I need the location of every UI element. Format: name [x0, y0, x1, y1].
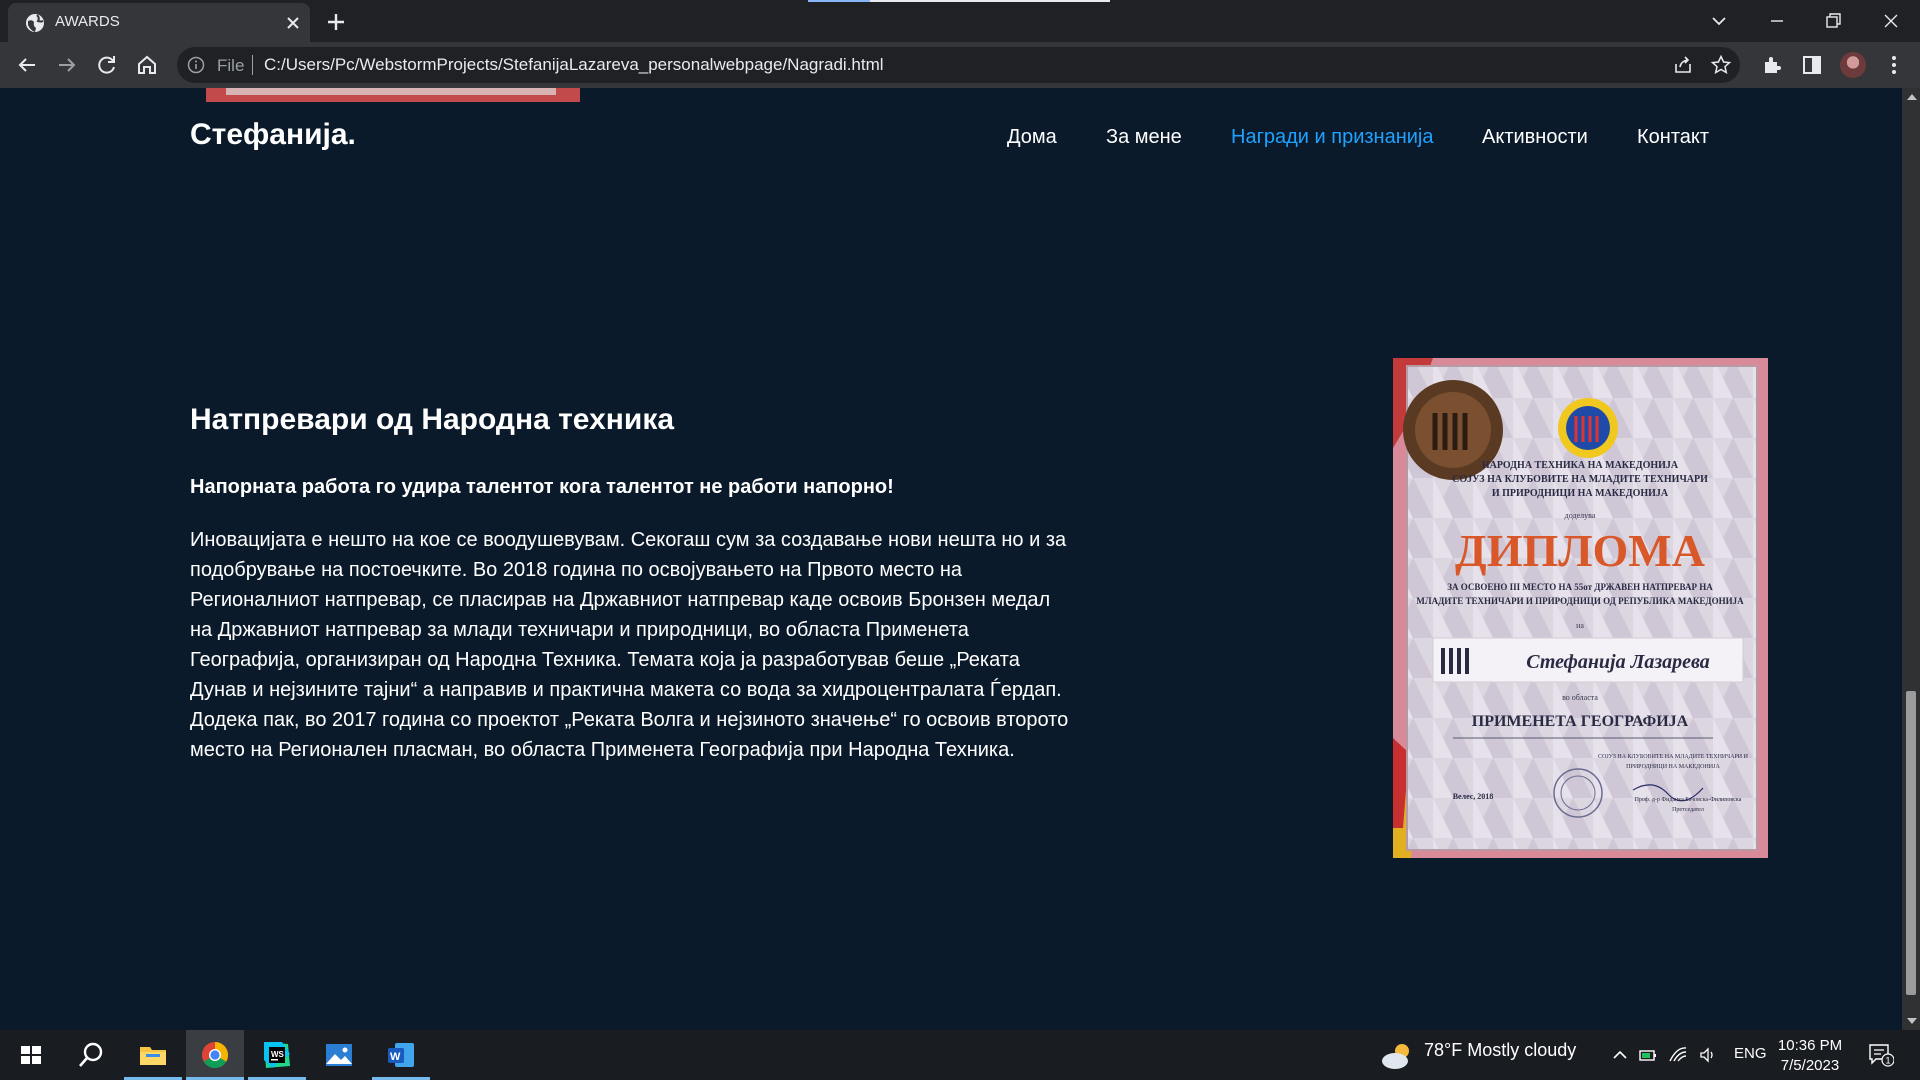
- file-explorer-button[interactable]: [124, 1030, 182, 1080]
- diploma-org-line-2: СОЈУЗ НА КЛУБОВИТЕ НА МЛАДИТЕ ТЕХНИЧАРИ: [1452, 474, 1708, 485]
- diploma-org-line-1: НАРОДНА ТЕХНИКА НА МАКЕДОНИЈА: [1482, 460, 1679, 471]
- home-icon[interactable]: [133, 51, 161, 79]
- diploma-org-line-3: И ПРИРОДНИЦИ НА МАКЕДОНИЈА: [1492, 488, 1669, 499]
- nav-link-awards[interactable]: Награди и признанија: [1231, 126, 1433, 149]
- language-indicator[interactable]: ENG: [1734, 1045, 1767, 1062]
- side-panel-icon[interactable]: [1800, 53, 1824, 77]
- section-heading: Натпревари од Народна техника: [190, 403, 675, 436]
- volume-icon[interactable]: [1698, 1045, 1718, 1065]
- tab-title: AWARDS: [55, 13, 120, 30]
- diploma-recipient-name: Стефанија Лазарева: [1526, 651, 1710, 673]
- clock-time: 10:36 PM: [1777, 1037, 1843, 1054]
- forward-arrow-icon[interactable]: [53, 51, 81, 79]
- svg-text:WS: WS: [271, 1050, 285, 1059]
- diploma-na: на: [1576, 621, 1584, 630]
- diploma-award-line-2: МЛАДИТЕ ТЕХНИЧАРИ И ПРИРОДНИЦИ ОД РЕПУБЛ…: [1416, 596, 1744, 606]
- photos-icon: [326, 1044, 352, 1066]
- browser-toolbar: File C:/Users/Pc/WebstormProjects/Stefan…: [0, 42, 1920, 88]
- notification-center-icon[interactable]: 1: [1868, 1043, 1894, 1067]
- scroll-down-arrow-icon[interactable]: [1907, 1018, 1917, 1024]
- globe-icon: [26, 14, 44, 32]
- chevron-down-icon[interactable]: [1708, 10, 1730, 32]
- scrollbar-thumb[interactable]: [1906, 691, 1916, 995]
- diploma-footer-org-1: СОЈУЗ НА КЛУБОВИТЕ НА МЛАДИТЕ ТЕХНИЧАРИ …: [1598, 754, 1749, 760]
- clock-date: 7/5/2023: [1780, 1057, 1840, 1074]
- browser-tab[interactable]: AWARDS: [8, 3, 310, 42]
- url-scheme: File: [217, 56, 245, 75]
- coat-of-arms-emblem: [1558, 398, 1618, 458]
- new-tab-icon[interactable]: [324, 10, 348, 34]
- chevron-up-icon[interactable]: [1610, 1045, 1630, 1065]
- wifi-icon[interactable]: [1668, 1045, 1688, 1065]
- back-arrow-icon[interactable]: [13, 51, 41, 79]
- word-icon: W: [388, 1043, 414, 1067]
- address-bar[interactable]: File C:/Users/Pc/WebstormProjects/Stefan…: [177, 47, 1740, 83]
- close-window-icon[interactable]: [1878, 8, 1904, 34]
- photos-taskbar-button[interactable]: [310, 1030, 368, 1080]
- diploma-image: НАРОДНА ТЕХНИКА НА МАКЕДОНИЈА СОЈУЗ НА К…: [1393, 358, 1768, 858]
- windows-logo-icon: [21, 1046, 41, 1064]
- url-separator: [252, 55, 253, 75]
- kebab-menu-icon[interactable]: [1882, 53, 1906, 77]
- share-icon[interactable]: [1672, 54, 1694, 76]
- webstorm-taskbar-button[interactable]: WS: [248, 1030, 306, 1080]
- svg-text:W: W: [390, 1051, 401, 1063]
- diploma-signatory-name: Проф. д-р Фиданка Бачовска-Филиповска: [1635, 796, 1742, 803]
- diploma-field: ПРИМЕНЕТА ГЕОГРАФИЈА: [1472, 713, 1689, 730]
- search-icon: [79, 1042, 103, 1067]
- diploma-vo-oblasta: во областа: [1562, 693, 1598, 702]
- weather-text[interactable]: 78°F Mostly cloudy: [1424, 1040, 1576, 1061]
- minimize-icon[interactable]: [1764, 8, 1790, 34]
- bookmark-star-icon[interactable]: [1710, 54, 1732, 76]
- web-page: Стефанија. Дома За мене Награди и призна…: [0, 88, 1902, 1030]
- notification-count: 1: [1885, 1056, 1890, 1066]
- diploma-place-date: Велес, 2018: [1453, 792, 1494, 801]
- restore-icon[interactable]: [1820, 8, 1846, 34]
- diploma-footer-org-2: ПРИРОДНИЦИ НА МАКЕДОНИЈА: [1626, 764, 1720, 770]
- start-button[interactable]: [2, 1030, 60, 1080]
- previous-image-edge: [206, 88, 580, 102]
- close-tab-icon[interactable]: [283, 13, 303, 33]
- diploma-signatory-role: Претседател: [1672, 807, 1704, 813]
- nav-link-activities[interactable]: Активности: [1482, 126, 1588, 149]
- diploma-award-line-1: ЗА ОСВОЕНО III МЕСТО НА 55от ДРЖАВЕН НАТ…: [1447, 582, 1713, 592]
- nav-link-about[interactable]: За мене: [1106, 126, 1182, 149]
- page-scrollbar[interactable]: [1902, 88, 1920, 1030]
- system-clock[interactable]: 10:36 PM 7/5/2023: [1775, 1036, 1845, 1076]
- search-button[interactable]: [62, 1030, 120, 1080]
- loading-indicator: [808, 0, 1110, 2]
- word-taskbar-button[interactable]: W: [372, 1030, 430, 1080]
- motto-text: Напорната работа го удира талентот кога …: [190, 476, 894, 498]
- site-brand[interactable]: Стефанија.: [190, 118, 356, 152]
- diploma-dodeluva: доделува: [1565, 511, 1596, 520]
- weather-cloudy-icon[interactable]: [1380, 1042, 1416, 1070]
- diploma-title: ДИПЛОМА: [1455, 525, 1705, 576]
- chrome-icon: [201, 1041, 229, 1069]
- browser-tab-strip: AWARDS: [0, 0, 1920, 42]
- battery-icon[interactable]: [1638, 1045, 1658, 1065]
- windows-taskbar: WS W 78°F Mostly cloudy ENG 10:36 PM 7/5…: [0, 1030, 1920, 1080]
- profile-avatar[interactable]: [1840, 52, 1866, 78]
- reload-icon[interactable]: [93, 51, 121, 79]
- info-icon[interactable]: [187, 56, 205, 74]
- scroll-up-arrow-icon[interactable]: [1907, 94, 1917, 100]
- nav-link-contact[interactable]: Контакт: [1637, 126, 1709, 149]
- nav-link-home[interactable]: Дома: [1007, 126, 1057, 149]
- url-text[interactable]: C:/Users/Pc/WebstormProjects/StefanijaLa…: [264, 55, 884, 75]
- webstorm-icon: WS: [264, 1042, 290, 1068]
- section-paragraph: Иновацијата е нешто на кое се воодушевув…: [190, 529, 1069, 761]
- extensions-puzzle-icon[interactable]: [1760, 53, 1784, 77]
- chrome-taskbar-button[interactable]: [186, 1030, 244, 1080]
- folder-icon: [140, 1047, 166, 1065]
